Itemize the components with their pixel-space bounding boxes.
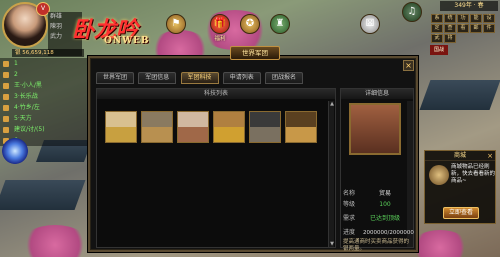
quest-item[interactable]: 建议/讨/(5) [0,124,88,135]
tab-bar: 世界军团 军团信息 军团科技 申请列表 团战报名 [96,72,305,86]
tech-image [349,103,401,155]
gift-button[interactable]: 🎁 福利 [208,14,232,42]
tab-battle-signup[interactable]: 团战报名 [265,72,304,84]
tab-applications[interactable]: 申请列表 [222,72,261,84]
dice-button[interactable]: ⚄ [358,14,382,42]
scroll-down-icon[interactable]: ▼ [329,241,335,247]
popup-description: 商城物品已经刷新，快去看看新的商品~ [451,164,496,184]
dice-icon: ⚄ [360,14,380,34]
tech-list-header: 科技列表 [97,89,335,99]
detail-level-row: 等级 100 [343,201,391,208]
quest-item[interactable]: 1 [0,58,88,69]
menu-button[interactable]: 统 [444,14,456,23]
shop-popup: 商城 × 商城物品已经刷新，快去看看新的商品~ 立即查看 [424,150,496,224]
quest-icon [3,94,9,100]
logo-subtitle: ONWEB [104,36,150,46]
tech-item[interactable] [105,111,137,143]
tech-item[interactable] [249,111,281,143]
scenery-tree [410,230,470,257]
date-readout: 349年 · 春 [440,1,498,11]
menu-button[interactable]: 定 [431,24,443,33]
tab-world-legion[interactable]: 世界军团 [96,72,135,84]
menu-button[interactable]: 查 [444,24,456,33]
quest-icon [3,116,9,122]
quest-icon [3,83,9,89]
detail-header: 详细信息 [341,89,413,99]
menu-button[interactable]: 系 [431,14,443,23]
legion-window: 世界军团 × 世界军团 军团信息 军团科技 申请列表 团战报名 科技列表 ▲ ▼… [88,46,418,252]
coin-bag-icon [429,165,449,185]
detail-name-row: 名称 贸易 [343,190,391,197]
tech-list-panel: 科技列表 ▲ ▼ [96,88,336,248]
menu-button[interactable]: 件 [483,24,495,33]
detail-scrollbar[interactable] [407,101,413,247]
tab-legion-tech[interactable]: 军团科技 [180,72,219,84]
quest-item[interactable]: 4·竹乡/左 [0,102,88,113]
detail-panel: 详细信息 名称 贸易 等级 100 需求 已达到顶级 进度 2000000/200000… [340,88,414,252]
close-button[interactable]: × [403,60,414,71]
scenery-tree [20,225,90,257]
money-readout: 银 56,659,118 [12,49,84,57]
detail-need-row: 需求 已达到顶级 [343,215,400,222]
list-scrollbar[interactable]: ▲ ▼ [328,101,334,247]
quest-item[interactable]: 2 [0,69,88,80]
quest-item[interactable]: 王·小人/黑 [0,80,88,91]
detail-description: 提高通商时买卖商品获得的银两量。 [343,239,410,252]
quest-item[interactable]: 5·天方 [0,113,88,124]
clan-flag-icon: ⚑ [166,14,186,34]
tech-item[interactable] [141,111,173,143]
castle-button[interactable]: ♜ [268,14,292,42]
quest-icon [3,61,9,67]
menu-button[interactable]: 武 [431,34,443,43]
popup-close-button[interactable]: × [486,152,494,160]
detail-progress-row: 进度 2000000/2000000 [343,229,414,236]
menu-button[interactable]: 能 [470,14,482,23]
menu-button[interactable]: 看 [457,24,469,33]
tech-item[interactable] [285,111,317,143]
menu-button[interactable]: 邮 [470,24,482,33]
quest-list: 1 2 王·小人/黑 3·长乐战 4·竹乡/左 5·天方 建议/讨/(5) 6 [0,58,88,146]
game-logo: 卧龙吟 ONWEB [72,12,162,50]
clan-flag-button[interactable]: ⚑ [164,14,188,42]
popup-title: 商城 [425,151,495,161]
system-menu: 系统功能设定查看邮件武将 [430,13,498,43]
scenery-building [419,80,500,110]
medal-button[interactable]: ✪ [238,14,262,42]
menu-button[interactable]: 将 [444,34,456,43]
quest-icon [3,72,9,78]
music-icon: ♫ [402,2,422,22]
quest-item[interactable]: 3·长乐战 [0,91,88,102]
music-button[interactable]: ♫ [400,2,424,30]
scroll-up-icon[interactable]: ▲ [329,101,335,107]
medal-icon: ✪ [240,14,260,34]
quest-icon [3,127,9,133]
skill-orb-icon[interactable] [2,138,28,164]
menu-button[interactable]: 设 [483,14,495,23]
scenery-building [0,180,86,210]
menu-button[interactable]: 功 [457,14,469,23]
view-now-button[interactable]: 立即查看 [443,207,479,219]
war-label[interactable]: 国战 [430,45,448,55]
gift-icon: 🎁 [210,14,230,34]
tech-item[interactable] [213,111,245,143]
tab-legion-info[interactable]: 军团信息 [138,72,177,84]
quest-icon [3,105,9,111]
castle-icon: ♜ [270,14,290,34]
window-title: 世界军团 [230,46,280,60]
tech-item[interactable] [177,111,209,143]
